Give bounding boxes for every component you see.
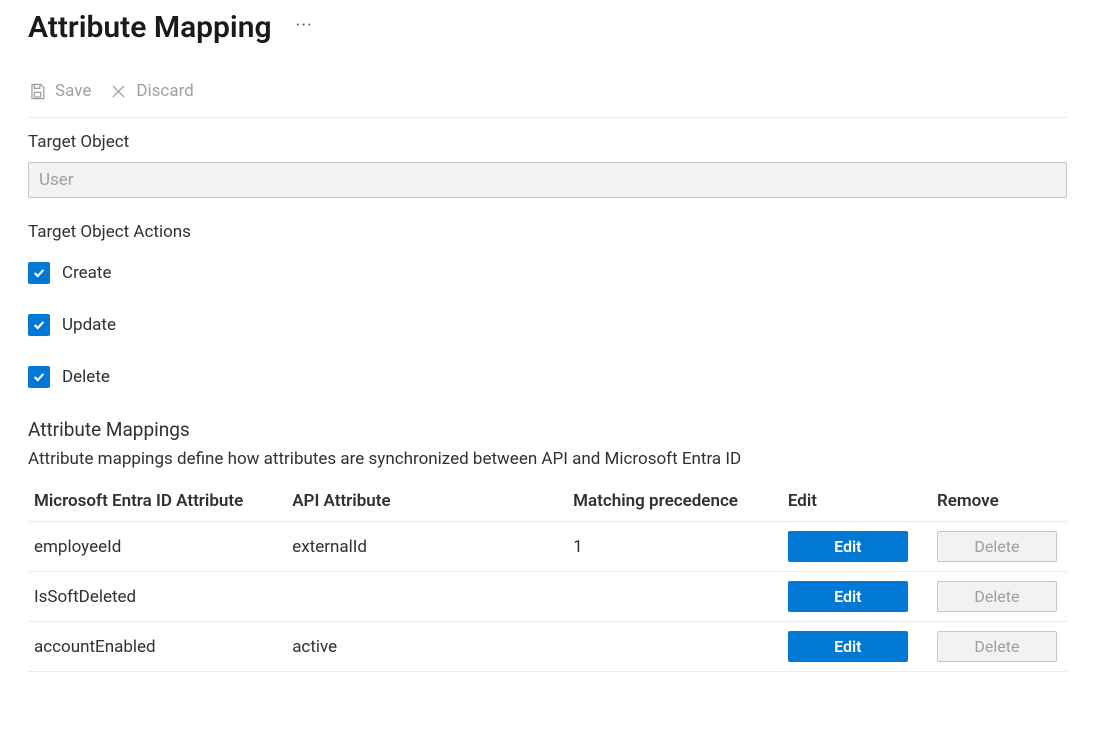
col-precedence: Matching precedence [573,481,788,522]
page-title: Attribute Mapping [28,10,272,45]
save-label: Save [55,81,91,101]
mappings-description: Attribute mappings define how attributes… [28,449,1067,469]
delete-button[interactable]: Delete [937,631,1057,662]
cell-remove: Delete [937,522,1067,572]
delete-button[interactable]: Delete [937,531,1057,562]
cell-remove: Delete [937,622,1067,672]
check-icon [32,266,46,280]
action-row: Create [28,262,1067,284]
col-edit: Edit [788,481,937,522]
mappings-heading: Attribute Mappings [28,418,1067,441]
close-icon [109,82,128,101]
delete-button[interactable]: Delete [937,581,1057,612]
table-row: IsSoftDeleted Edit Delete [28,572,1067,622]
checkbox-label: Create [62,263,112,283]
edit-button[interactable]: Edit [788,581,908,612]
cell-precedence [573,572,788,622]
save-button[interactable]: Save [28,81,91,101]
cell-edit: Edit [788,622,937,672]
target-object-input[interactable] [28,162,1067,198]
more-icon[interactable]: ··· [296,15,313,40]
discard-label: Discard [136,81,193,101]
checkbox-update[interactable] [28,314,50,336]
cell-api: externalId [292,522,573,572]
col-remove: Remove [937,481,1067,522]
edit-button[interactable]: Edit [788,631,908,662]
cell-entra: employeeId [28,522,292,572]
target-actions-label: Target Object Actions [28,222,1067,242]
col-entra: Microsoft Entra ID Attribute [28,481,292,522]
table-row: accountEnabledactive Edit Delete [28,622,1067,672]
toolbar: Save Discard [28,81,1067,118]
mappings-table: Microsoft Entra ID Attribute API Attribu… [28,481,1067,672]
cell-precedence [573,622,788,672]
cell-edit: Edit [788,522,937,572]
cell-entra: IsSoftDeleted [28,572,292,622]
action-row: Update [28,314,1067,336]
checkbox-label: Delete [62,367,110,387]
checkbox-label: Update [62,315,116,335]
cell-remove: Delete [937,572,1067,622]
check-icon [32,370,46,384]
action-row: Delete [28,366,1067,388]
checkbox-delete[interactable] [28,366,50,388]
check-icon [32,318,46,332]
cell-entra: accountEnabled [28,622,292,672]
discard-button[interactable]: Discard [109,81,193,101]
cell-edit: Edit [788,572,937,622]
col-api: API Attribute [292,481,573,522]
cell-precedence: 1 [573,522,788,572]
checkbox-create[interactable] [28,262,50,284]
target-object-label: Target Object [28,132,1067,152]
table-row: employeeIdexternalId1Edit Delete [28,522,1067,572]
edit-button[interactable]: Edit [788,531,908,562]
cell-api: active [292,622,573,672]
save-icon [28,82,47,101]
cell-api [292,572,573,622]
